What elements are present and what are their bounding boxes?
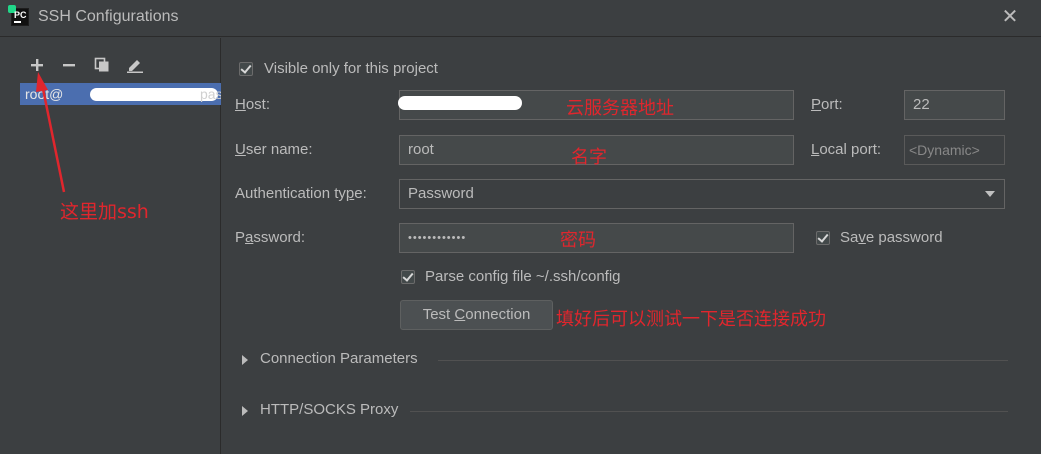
parse-config-label: Parse config file ~/.ssh/config — [425, 268, 621, 285]
chevron-right-icon — [242, 355, 248, 365]
port-label: Port: — [811, 96, 843, 113]
auth-type-label: Authentication type: — [235, 185, 367, 202]
username-label: User name: — [235, 141, 313, 158]
section-connection-parameters[interactable]: Connection Parameters — [242, 350, 1008, 370]
annotation-username-note: 名字 — [571, 147, 607, 168]
divider — [410, 411, 1008, 412]
save-password-checkbox[interactable] — [816, 231, 830, 245]
chevron-down-icon — [985, 191, 995, 197]
visible-only-checkbox[interactable] — [239, 62, 253, 76]
chevron-right-icon — [242, 406, 248, 416]
port-field[interactable]: 22 — [904, 90, 1005, 120]
divider — [438, 360, 1008, 361]
password-label: Password: — [235, 229, 306, 246]
annotation-password-note: 密码 — [560, 230, 596, 251]
auth-type-value: Password — [408, 185, 474, 202]
save-password-label: Save password — [840, 229, 943, 246]
test-connection-button[interactable]: Test Connection — [400, 300, 553, 330]
auth-type-select[interactable]: Password — [399, 179, 1005, 209]
visible-only-label: Visible only for this project — [264, 60, 438, 77]
local-port-label: Local port: — [811, 141, 882, 158]
redacted-host-value — [398, 96, 522, 110]
local-port-field[interactable]: <Dynamic> — [904, 135, 1005, 165]
annotation-arrow — [36, 72, 66, 193]
annotation-host-note: 云服务器地址 — [566, 98, 674, 119]
host-label: Host: — [235, 96, 271, 113]
annotation-test-note: 填好后可以测试一下是否连接成功 — [556, 309, 826, 330]
section-http-socks-proxy[interactable]: HTTP/SOCKS Proxy — [242, 401, 1008, 421]
section-label: Connection Parameters — [260, 350, 418, 367]
parse-config-checkbox[interactable] — [401, 270, 415, 284]
password-field[interactable]: •••••••••••• — [399, 223, 794, 253]
annotation-add-ssh: 这里加ssh — [60, 201, 149, 223]
section-label: HTTP/SOCKS Proxy — [260, 401, 399, 418]
close-icon[interactable]: ✕ — [1000, 5, 1020, 29]
